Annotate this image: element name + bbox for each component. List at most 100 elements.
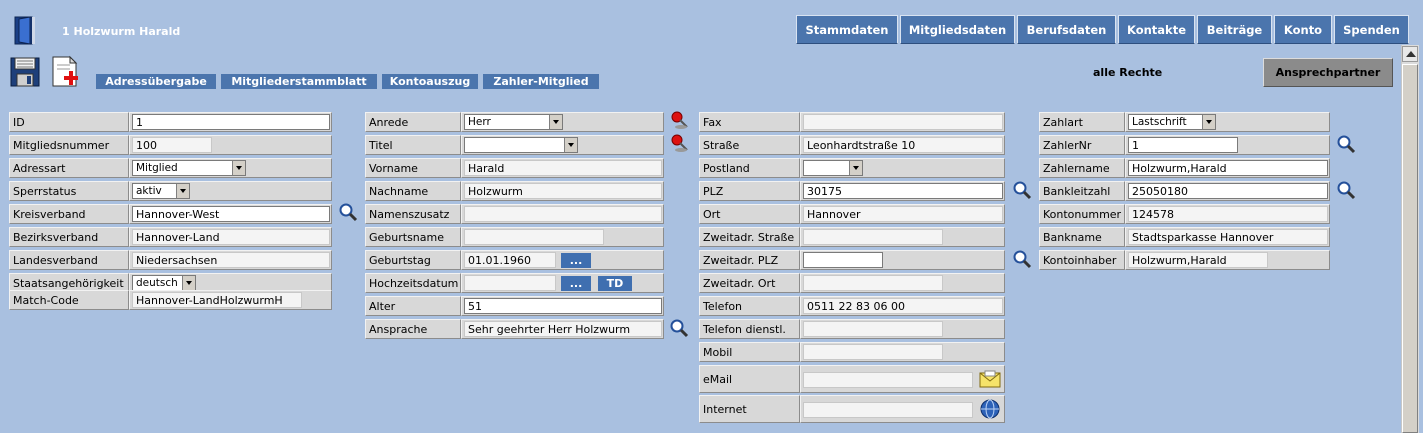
alter-field[interactable]: 51 — [464, 298, 662, 314]
cell-internet — [800, 395, 1005, 423]
bankname-field[interactable]: Stadtsparkasse Hannover — [1128, 229, 1328, 245]
cell-zweitadr-plz — [800, 250, 1005, 270]
link-adressuebergabe[interactable]: Adressübergabe — [96, 74, 216, 89]
search-magnifier-icon[interactable] — [669, 318, 689, 338]
zahlername-field[interactable]: Holzwurm,Harald — [1128, 160, 1328, 176]
id-field[interactable]: 1 — [132, 114, 330, 130]
tab-mitgliedsdaten[interactable]: Mitgliedsdaten — [900, 15, 1015, 44]
label-titel: Titel — [365, 135, 461, 155]
label-vorname: Vorname — [365, 158, 461, 178]
cell-mitgliedsnummer: 100 — [129, 135, 332, 155]
cell-email — [800, 365, 1005, 393]
tab-konto[interactable]: Konto — [1274, 15, 1332, 44]
ansprache-field[interactable]: Sehr geehrter Herr Holzwurm — [464, 321, 662, 337]
date-picker-button[interactable]: ... — [561, 253, 591, 268]
sperrstatus-select[interactable]: aktiv — [132, 183, 190, 199]
scrollbar-thumb[interactable] — [1402, 64, 1418, 433]
tab-berufsdaten[interactable]: Berufsdaten — [1017, 15, 1116, 44]
door-icon[interactable] — [14, 16, 36, 46]
tab-kontakte[interactable]: Kontakte — [1118, 15, 1195, 44]
bezirksverband-field[interactable]: Hannover-Land — [132, 229, 330, 245]
mobil-field[interactable] — [803, 344, 943, 360]
zweitadr-plz-field[interactable] — [803, 252, 883, 268]
kontonummer-field[interactable]: 124578 — [1128, 206, 1328, 222]
label-email: eMail — [699, 365, 800, 393]
search-magnifier-icon[interactable] — [338, 202, 358, 222]
email-field[interactable] — [803, 372, 973, 388]
telefon-dienstl-field[interactable] — [803, 321, 943, 337]
plz-field[interactable]: 30175 — [803, 183, 1003, 199]
record-title: 1 Holzwurm Harald — [62, 25, 181, 38]
adressart-select[interactable]: Mitglied — [132, 160, 246, 176]
link-kontoauszug[interactable]: Kontoauszug — [382, 74, 478, 89]
zweitadr-strasse-field[interactable] — [803, 229, 943, 245]
today-button[interactable]: TD — [598, 276, 632, 291]
label-hochzeitsdatum: Hochzeitsdatum — [365, 273, 461, 293]
save-icon[interactable] — [10, 55, 40, 88]
mitgliedsnummer-field[interactable]: 100 — [132, 137, 212, 153]
link-zahler-mitglied[interactable]: Zahler-Mitglied — [483, 74, 599, 89]
zahlart-select[interactable]: Lastschrift — [1128, 114, 1216, 130]
anrede-select[interactable]: Herr — [464, 114, 563, 130]
namenszusatz-field[interactable] — [464, 206, 662, 222]
cell-sperrstatus: aktiv — [129, 181, 332, 201]
cell-nachname: Holzwurm — [461, 181, 664, 201]
cell-telefon: 0511 22 83 06 00 — [800, 296, 1005, 316]
match-code-field[interactable]: Hannover-LandHolzwurmH — [132, 292, 302, 308]
label-zweitadr-strasse: Zweitadr. Straße — [699, 227, 800, 247]
postland-select[interactable] — [803, 160, 863, 176]
cell-ansprache: Sehr geehrter Herr Holzwurm — [461, 319, 664, 339]
label-postland: Postland — [699, 158, 800, 178]
pushpin-icon[interactable] — [669, 133, 689, 153]
telefon-field[interactable]: 0511 22 83 06 00 — [803, 298, 1003, 314]
cell-titel — [461, 135, 664, 155]
adressart-value: Mitglied — [136, 162, 178, 174]
label-bankleitzahl: Bankleitzahl — [1039, 181, 1125, 201]
ort-field[interactable]: Hannover — [803, 206, 1003, 222]
cell-id: 1 — [129, 112, 332, 132]
link-mitgliederstammblatt[interactable]: Mitgliederstammblatt — [221, 74, 377, 89]
cell-zahlernr: 1 — [1125, 135, 1330, 155]
tab-stammdaten[interactable]: Stammdaten — [796, 15, 898, 44]
cell-strasse: Leonhardtstraße 10 — [800, 135, 1005, 155]
cell-anrede: Herr — [461, 112, 664, 132]
bankleitzahl-field[interactable]: 25050180 — [1128, 183, 1328, 199]
cell-adressart: Mitglied — [129, 158, 332, 178]
label-zweitadr-ort: Zweitadr. Ort — [699, 273, 800, 293]
search-magnifier-icon[interactable] — [1336, 180, 1356, 200]
nachname-field[interactable]: Holzwurm — [464, 183, 662, 199]
search-magnifier-icon[interactable] — [1336, 134, 1356, 154]
cell-postland — [800, 158, 1005, 178]
vorname-field[interactable]: Harald — [464, 160, 662, 176]
strasse-field[interactable]: Leonhardtstraße 10 — [803, 137, 1003, 153]
landesverband-field[interactable]: Niedersachsen — [132, 252, 330, 268]
chevron-down-icon — [182, 276, 195, 290]
new-document-icon[interactable] — [50, 55, 80, 88]
label-internet: Internet — [699, 395, 800, 423]
titel-select[interactable] — [464, 137, 578, 153]
internet-field[interactable] — [803, 402, 973, 418]
geburtstag-field[interactable]: 01.01.1960 — [464, 252, 556, 268]
cell-namenszusatz — [461, 204, 664, 224]
kontoinhaber-field[interactable]: Holzwurm,Harald — [1128, 252, 1268, 268]
ansprechpartner-button[interactable]: Ansprechpartner — [1263, 58, 1393, 87]
pushpin-icon[interactable] — [669, 110, 689, 130]
staatsangehoerigkeit-select[interactable]: deutsch — [132, 275, 196, 291]
search-magnifier-icon[interactable] — [1012, 249, 1032, 269]
cell-telefon-dienstl — [800, 319, 1005, 339]
zweitadr-ort-field[interactable] — [803, 275, 943, 291]
fax-field[interactable] — [803, 114, 1003, 130]
geburtsname-field[interactable] — [464, 229, 604, 245]
label-plz: PLZ — [699, 181, 800, 201]
date-picker-button[interactable]: ... — [561, 276, 591, 291]
scroll-up-arrow-icon[interactable] — [1402, 46, 1418, 62]
zahlart-value: Lastschrift — [1132, 116, 1187, 128]
hochzeitsdatum-field[interactable] — [464, 275, 556, 291]
globe-icon[interactable] — [979, 398, 1000, 419]
zahlernr-field[interactable]: 1 — [1128, 137, 1238, 153]
tab-beitraege[interactable]: Beiträge — [1197, 15, 1272, 44]
email-envelope-icon[interactable] — [979, 368, 1001, 388]
kreisverband-field[interactable]: Hannover-West — [132, 206, 330, 222]
tab-spenden[interactable]: Spenden — [1334, 15, 1409, 44]
search-magnifier-icon[interactable] — [1012, 180, 1032, 200]
